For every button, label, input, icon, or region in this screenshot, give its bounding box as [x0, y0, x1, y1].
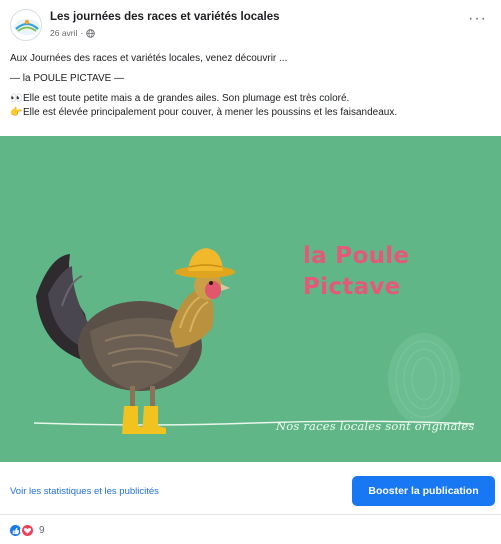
chicken-illustration	[36, 248, 235, 434]
image-tagline: Nos races locales sont originales	[276, 419, 475, 433]
post-text-line: 👀Elle est toute petite mais a de grandes…	[10, 93, 495, 106]
reactions-summary[interactable]: 9	[8, 523, 45, 538]
egg-watermark-icon	[388, 333, 460, 425]
post-text-line: Aux Journées des races et variétés local…	[10, 53, 288, 64]
page-name-link[interactable]: Les journées des races et variétés local…	[50, 11, 280, 23]
reaction-count[interactable]: 9	[39, 525, 45, 536]
divider	[0, 514, 501, 515]
pointing-hand-emoji-icon: 👉	[10, 107, 23, 119]
more-options-icon[interactable]: ···	[468, 11, 487, 27]
facebook-post: Les journées des races et variétés local…	[0, 0, 501, 544]
post-text: Aux Journées des races et variétés local…	[10, 53, 495, 127]
image-title-line1: la Poule	[303, 243, 410, 269]
boost-post-button[interactable]: Booster la publication	[352, 476, 495, 506]
stats-link[interactable]: Voir les statistiques et les publicités	[10, 486, 159, 497]
image-title-line2: Pictave	[303, 274, 401, 300]
post-text-content: Elle est élevée principalement pour couv…	[23, 107, 398, 119]
post-text-line: 👉Elle est élevée principalement pour cou…	[10, 107, 495, 120]
page-avatar[interactable]	[10, 9, 42, 41]
post-actions-bar: Voir les statistiques et les publicités …	[0, 462, 501, 508]
post-text-line: — la POULE PICTAVE —	[10, 72, 125, 84]
heart-glyph-icon	[23, 527, 32, 534]
meta-separator: ·	[80, 28, 84, 38]
page-logo-icon	[14, 19, 40, 35]
post-meta: 26 avril ·	[50, 28, 95, 38]
globe-icon	[86, 28, 95, 38]
post-date[interactable]: 26 avril	[50, 28, 77, 38]
post-image[interactable]: la Poule Pictave Nos races locales sont …	[0, 136, 501, 462]
love-reaction-icon	[20, 523, 35, 538]
eyes-emoji-icon: 👀	[10, 92, 23, 104]
post-text-content: Elle est toute petite mais a de grandes …	[23, 92, 350, 104]
post-header: Les journées des races et variétés local…	[10, 8, 491, 44]
